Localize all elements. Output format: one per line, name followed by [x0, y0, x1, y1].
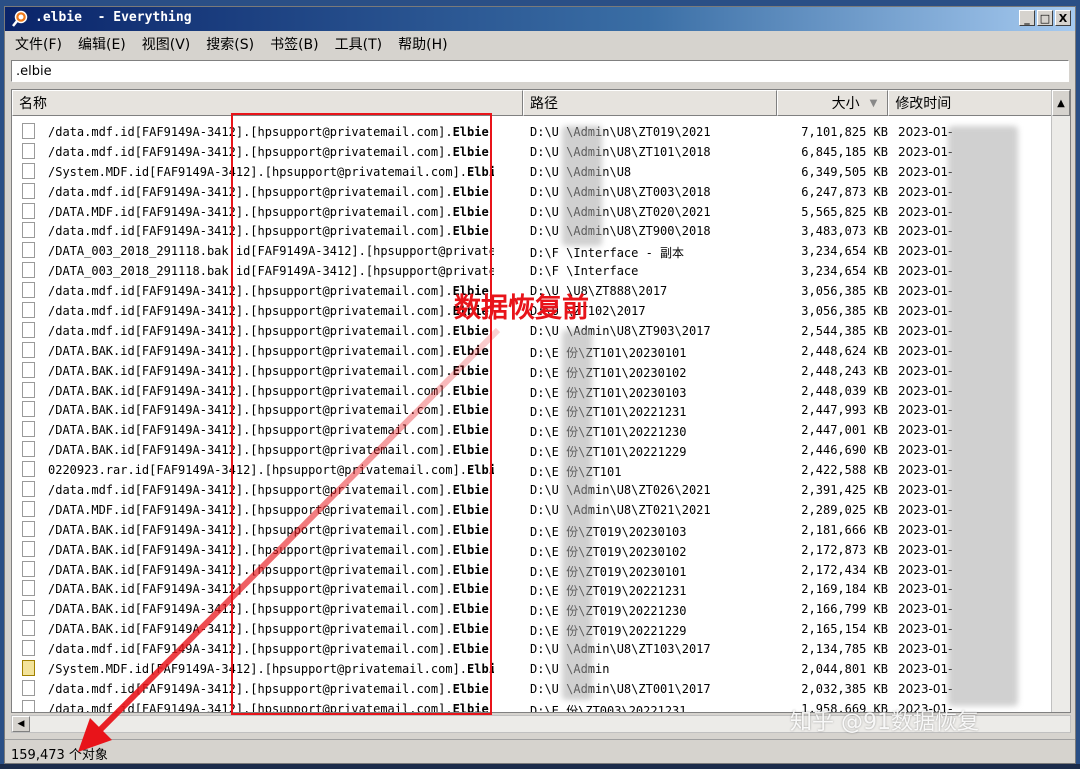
watermark: 知乎 @91数据恢复: [790, 710, 979, 735]
red-arrow-annotation: [78, 327, 501, 752]
taskbar-strip: [0, 764, 1080, 769]
